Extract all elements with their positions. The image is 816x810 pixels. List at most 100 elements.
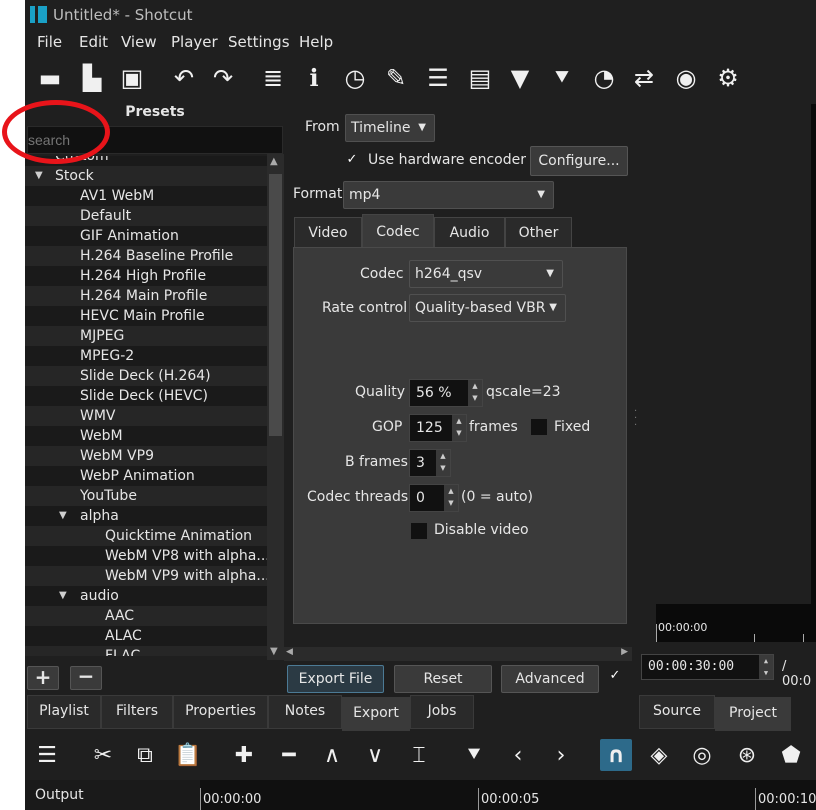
scroll-down-icon[interactable]: ▼: [270, 646, 278, 657]
notes-icon[interactable]: ✎: [381, 62, 411, 94]
tree-item[interactable]: AV1 WebM: [25, 186, 267, 206]
save-icon[interactable]: ▣: [117, 62, 147, 94]
tree-item-alpha[interactable]: ▼ alpha: [25, 506, 267, 526]
tree-item[interactable]: MPEG-2: [25, 346, 267, 366]
horizontal-scrollbar[interactable]: ◀ ▶: [284, 647, 632, 661]
disable-video-checkbox[interactable]: [410, 522, 428, 540]
tab-video[interactable]: Video: [294, 217, 362, 248]
tree-item[interactable]: Slide Deck (H.264): [25, 366, 267, 386]
tree-item[interactable]: WebP Animation: [25, 466, 267, 486]
tree-item[interactable]: Slide Deck (HEVC): [25, 386, 267, 406]
menu-view[interactable]: View: [121, 33, 157, 51]
add-preset-button[interactable]: +: [27, 666, 59, 690]
playlist-icon[interactable]: ☰: [423, 62, 453, 94]
tree-item-stock[interactable]: ▼ Stock: [25, 166, 267, 186]
tree-item[interactable]: ALAC: [25, 626, 267, 646]
remove-icon[interactable]: ━: [273, 739, 305, 771]
tree-item[interactable]: GIF Animation: [25, 226, 267, 246]
collapse-arrow-icon[interactable]: ▼: [59, 586, 67, 606]
spin-arrows-icon[interactable]: ▲ ▼: [444, 485, 458, 511]
timeline-icon[interactable]: ▤: [465, 62, 495, 94]
ripple-icon[interactable]: ◎: [686, 739, 718, 771]
tree-item[interactable]: YouTube: [25, 486, 267, 506]
open-other-icon[interactable]: ▙: [77, 62, 107, 94]
menu-help[interactable]: Help: [299, 33, 333, 51]
split-icon[interactable]: ⌶: [403, 739, 435, 771]
settings-icon[interactable]: ⚙: [713, 62, 743, 94]
markers-icon[interactable]: ⯆: [547, 62, 577, 94]
tree-item[interactable]: Quicktime Animation: [25, 526, 267, 546]
append-icon[interactable]: ✚: [228, 739, 260, 771]
quality-spinbox[interactable]: 56 % ▲ ▼: [409, 379, 483, 407]
timeline-ruler[interactable]: 00:00:00 00:00:05 00:00:10: [200, 780, 816, 810]
overwrite-icon[interactable]: ∨: [359, 739, 391, 771]
format-select[interactable]: mp4 ▼: [343, 181, 554, 209]
tree-item[interactable]: H.264 Baseline Profile: [25, 246, 267, 266]
collapse-arrow-icon[interactable]: ▼: [35, 166, 43, 186]
rate-control-select[interactable]: Quality-based VBR ▼: [409, 294, 566, 322]
spin-arrows-icon[interactable]: ▲ ▼: [452, 415, 466, 441]
tab-other[interactable]: Other: [505, 217, 572, 248]
spin-arrows-icon[interactable]: ▲ ▼: [468, 380, 482, 406]
bframes-spinbox[interactable]: 3 ▲ ▼: [409, 449, 451, 477]
tab-properties[interactable]: Properties: [173, 695, 268, 729]
menu-icon[interactable]: ☰: [31, 739, 63, 771]
configure-button[interactable]: Configure...: [530, 146, 628, 176]
tab-codec[interactable]: Codec: [362, 214, 434, 249]
filters-icon[interactable]: ▼: [505, 62, 535, 94]
menu-player[interactable]: Player: [171, 33, 218, 51]
menu-edit[interactable]: Edit: [79, 33, 108, 51]
tree-item[interactable]: MJPEG: [25, 326, 267, 346]
menu-settings[interactable]: Settings: [228, 33, 290, 51]
previous-marker-icon[interactable]: ‹: [502, 739, 534, 771]
export-icon[interactable]: ◉: [671, 62, 701, 94]
tab-audio[interactable]: Audio: [434, 217, 505, 248]
keyframes-icon[interactable]: ◔: [589, 62, 619, 94]
scroll-left-icon[interactable]: ◀: [286, 647, 293, 657]
snap-icon[interactable]: ∩: [600, 739, 632, 771]
reset-button[interactable]: Reset: [394, 665, 492, 693]
next-marker-icon[interactable]: ›: [545, 739, 577, 771]
copy-icon[interactable]: ⧉: [129, 739, 161, 771]
presets-scrollbar[interactable]: ▲ ▼: [267, 154, 284, 660]
tree-item[interactable]: Default: [25, 206, 267, 226]
scrollbar-thumb[interactable]: [269, 174, 282, 436]
tab-export[interactable]: Export: [342, 697, 410, 731]
tree-item[interactable]: AAC: [25, 606, 267, 626]
tree-item[interactable]: FLAC: [25, 646, 267, 656]
marker-icon[interactable]: ⯆: [458, 739, 490, 771]
lift-icon[interactable]: ∧: [316, 739, 348, 771]
audio-peak-meter-icon[interactable]: ≣: [258, 62, 288, 94]
cut-icon[interactable]: ✂: [87, 739, 119, 771]
tree-item[interactable]: WebM VP8 with alpha...: [25, 546, 267, 566]
codec-select[interactable]: h264_qsv ▼: [409, 260, 563, 288]
advanced-button[interactable]: Advanced: [501, 665, 599, 693]
tab-jobs[interactable]: Jobs: [410, 695, 474, 729]
tree-item[interactable]: WebM VP9: [25, 446, 267, 466]
hw-encoder-checkbox[interactable]: ✓: [343, 152, 361, 170]
subtitles-icon[interactable]: ⇄: [629, 62, 659, 94]
redo-icon[interactable]: ↷: [208, 62, 238, 94]
tree-item[interactable]: WebM VP9 with alpha...: [25, 566, 267, 586]
menu-file[interactable]: File: [37, 33, 62, 51]
tab-source[interactable]: Source: [639, 695, 715, 729]
remove-preset-button[interactable]: −: [70, 666, 102, 690]
undo-icon[interactable]: ↶: [169, 62, 199, 94]
fixed-checkbox[interactable]: [530, 418, 548, 436]
advanced-checkbox[interactable]: ✓: [606, 668, 624, 686]
player-ruler[interactable]: 00:00:00: [656, 604, 816, 642]
splitter-handle-icon[interactable]: · · ·: [634, 407, 637, 431]
tab-playlist[interactable]: Playlist: [27, 695, 101, 729]
paste-icon[interactable]: 📋: [172, 739, 204, 771]
tree-item[interactable]: HEVC Main Profile: [25, 306, 267, 326]
timecode-spinbox[interactable]: 00:00:30:00 ▲ ▼: [641, 654, 774, 680]
export-file-button[interactable]: Export File: [287, 665, 384, 693]
ripple-markers-icon[interactable]: ⬟: [775, 739, 807, 771]
tab-filters[interactable]: Filters: [101, 695, 173, 729]
tree-item[interactable]: WMV: [25, 406, 267, 426]
tab-project[interactable]: Project: [715, 697, 791, 731]
history-icon[interactable]: ◷: [340, 62, 370, 94]
scrub-icon[interactable]: ◈: [643, 739, 675, 771]
properties-icon[interactable]: ℹ: [299, 62, 329, 94]
spin-arrows-icon[interactable]: ▲ ▼: [436, 450, 450, 476]
